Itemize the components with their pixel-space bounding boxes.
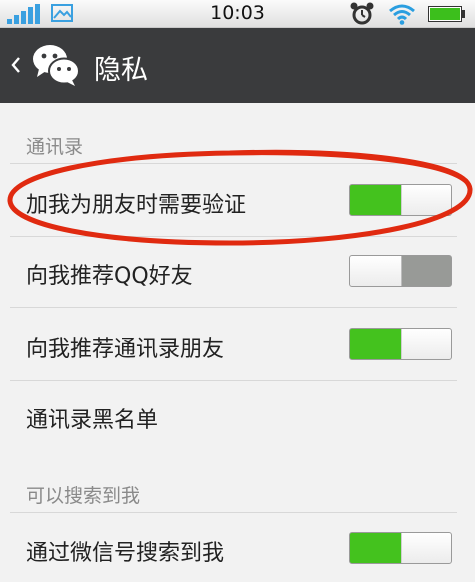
section-header-contacts: 通讯录	[26, 136, 84, 158]
setting-label: 通过微信号搜索到我	[26, 541, 225, 566]
battery-icon	[428, 6, 465, 22]
verify-friend-toggle[interactable]	[349, 184, 452, 216]
section-header-searchable: 可以搜索到我	[26, 485, 141, 507]
chevron-left-icon[interactable]	[10, 54, 22, 76]
wifi-icon	[389, 4, 415, 25]
divider	[10, 512, 457, 513]
recommend-qq-toggle[interactable]	[349, 255, 452, 287]
divider	[10, 307, 457, 308]
page-title: 隐私	[94, 55, 148, 86]
wechat-logo-icon	[33, 45, 80, 86]
status-bar: 10:03	[0, 0, 475, 28]
divider	[10, 380, 457, 381]
search-by-id-toggle[interactable]	[349, 532, 452, 564]
divider	[10, 163, 457, 164]
setting-label: 向我推荐通讯录朋友	[26, 337, 225, 362]
setting-label: 向我推荐QQ好友	[26, 264, 193, 289]
title-bar: 隐私	[0, 28, 475, 103]
alarm-icon	[350, 2, 374, 25]
recommend-contacts-toggle[interactable]	[349, 328, 452, 360]
divider	[10, 236, 457, 237]
setting-label: 加我为朋友时需要验证	[26, 193, 247, 218]
setting-label[interactable]: 通讯录黑名单	[26, 402, 158, 434]
